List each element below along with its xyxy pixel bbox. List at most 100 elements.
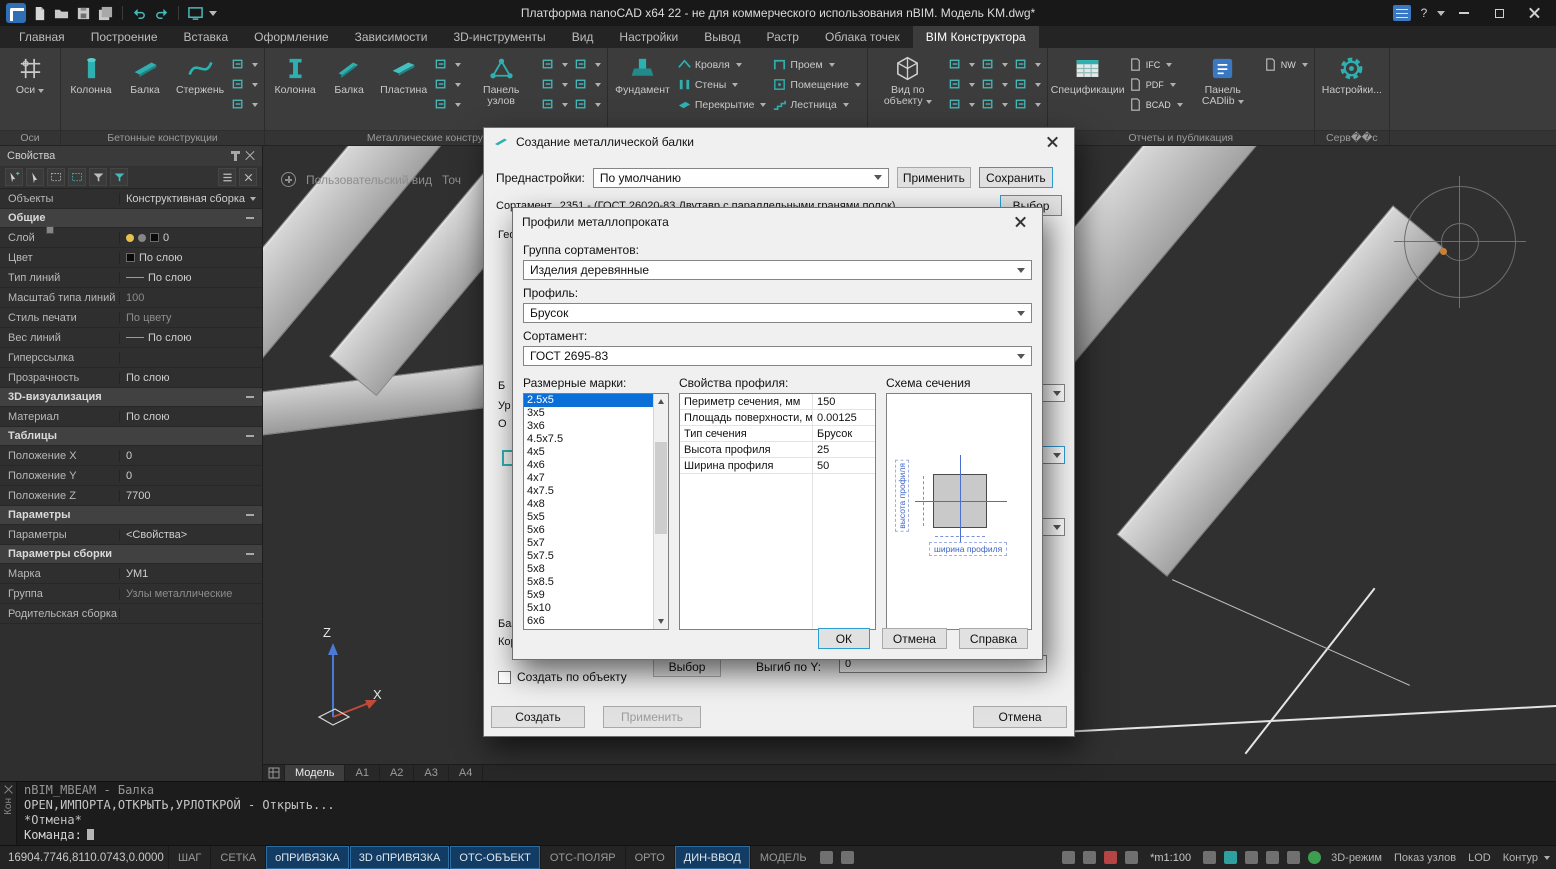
property-value[interactable]: По цвету [120, 312, 262, 324]
property-value[interactable]: 100 [120, 292, 262, 304]
small-tool-button[interactable] [229, 96, 260, 113]
small-tool-button[interactable] [946, 96, 977, 113]
size-mark-item[interactable]: 4.5x7.5 [524, 433, 653, 446]
size-mark-item[interactable]: 3x5 [524, 407, 653, 420]
command-prompt[interactable]: Команда: [24, 828, 82, 842]
ribbon-button-Проем[interactable]: Проем [770, 56, 862, 73]
marquee-cross-button[interactable] [68, 168, 86, 186]
scroll-down-icon[interactable] [654, 614, 668, 629]
small-tool-button[interactable] [979, 56, 1010, 73]
small-tool-button[interactable] [1012, 56, 1043, 73]
dialog-titlebar[interactable]: Профили металлопроката [513, 208, 1042, 235]
small-tool-button[interactable] [229, 56, 260, 73]
linetype-sample[interactable] [126, 277, 144, 278]
size-mark-item[interactable]: 6x6 [524, 615, 653, 628]
property-row-Положение Z[interactable]: Положение Z7700 [0, 486, 262, 506]
ribbon-button-PDF[interactable]: PDF [1126, 76, 1185, 93]
small-tool-button[interactable] [979, 96, 1010, 113]
property-value[interactable]: 7700 [120, 490, 262, 502]
profile-property-row[interactable]: Периметр сечения, мм150 [680, 394, 875, 410]
contour-label[interactable]: Контур [1503, 852, 1538, 864]
color-swatch[interactable] [126, 253, 135, 262]
scrollbar[interactable] [653, 394, 668, 629]
property-row-Прозрачность[interactable]: ПрозрачностьПо слою [0, 368, 262, 388]
ribbon-button-Балка[interactable]: Балка [323, 52, 375, 96]
property-row-Слой[interactable]: Слой0 [0, 228, 262, 248]
linetype-sample[interactable] [126, 337, 144, 338]
small-tool-button[interactable] [432, 56, 463, 73]
status-toggle-ОТС-ПОЛЯР[interactable]: ОТС-ПОЛЯР [540, 846, 625, 869]
size-mark-item[interactable]: 5x7 [524, 537, 653, 550]
collapse-icon[interactable] [246, 553, 254, 555]
collapse-icon[interactable] [246, 514, 254, 516]
group-sortament-select[interactable]: Изделия деревянные [523, 260, 1032, 280]
scroll-up-icon[interactable] [654, 394, 668, 409]
property-value[interactable]: УМ1 [120, 568, 262, 580]
select-button[interactable] [26, 168, 44, 186]
small-tool-button[interactable] [946, 56, 977, 73]
close-icon[interactable] [4, 785, 13, 794]
palette-icon[interactable] [1393, 5, 1411, 21]
sheet-tab-A1[interactable]: A1 [345, 765, 379, 781]
small-tool-button[interactable] [572, 56, 603, 73]
sheet-tab-A3[interactable]: A3 [414, 765, 448, 781]
property-value[interactable]: 0 [120, 450, 262, 462]
ribbon-button-Настройки...[interactable]: Настройки... [1319, 52, 1385, 96]
ribbon-button-Балка[interactable]: Балка [119, 52, 171, 96]
properties-section-3D-визуализация[interactable]: 3D-визуализация [0, 388, 262, 407]
status-toggle-ОРТО[interactable]: ОРТО [625, 846, 674, 869]
property-value[interactable]: По слою [120, 372, 262, 384]
screen-icon[interactable] [187, 5, 204, 22]
status-toggle-ОТС-ОБЪЕКТ[interactable]: ОТС-ОБЪЕКТ [449, 846, 539, 869]
presets-select[interactable]: По умолчанию [593, 168, 889, 188]
view-plus-icon[interactable] [281, 172, 296, 187]
add-selection-button[interactable] [5, 168, 23, 186]
scale-indicator[interactable]: *m1:100 [1150, 852, 1191, 864]
property-row-Положение X[interactable]: Положение X0 [0, 446, 262, 466]
ribbon-tab-Вид[interactable]: Вид [559, 26, 607, 48]
property-row-Вес линий[interactable]: Вес линийПо слою [0, 328, 262, 348]
status-toggle-ШАГ[interactable]: ШАГ [168, 846, 210, 869]
nanocad-logo[interactable] [6, 3, 26, 23]
properties-section-Таблицы[interactable]: Таблицы [0, 427, 262, 446]
profile-property-row[interactable]: Площадь поверхности, м20.00125 [680, 410, 875, 426]
model-beam[interactable] [1117, 205, 1444, 577]
status-toggle-ДИН-ВВОД[interactable]: ДИН-ВВОД [674, 846, 750, 869]
size-marks-list[interactable]: 2.5x53x53x64.5x7.54x54x64x74x7.54x85x55x… [523, 393, 669, 630]
clipboard-icon[interactable] [1125, 851, 1138, 864]
ribbon-tab-Вывод[interactable]: Вывод [691, 26, 753, 48]
ribbon-tab-3D-инструменты[interactable]: 3D-инструменты [440, 26, 558, 48]
lod-label[interactable]: LOD [1468, 852, 1491, 864]
small-tool-button[interactable] [539, 76, 570, 93]
ribbon-tab-Вставка[interactable]: Вставка [171, 26, 242, 48]
undo-icon[interactable] [131, 5, 148, 22]
size-mark-item[interactable]: 3x6 [524, 420, 653, 433]
size-mark-item[interactable]: 5x6 [524, 524, 653, 537]
property-row-Параметры[interactable]: Параметры<Свойства> [0, 525, 262, 545]
ribbon-button-Стены[interactable]: Стены [675, 76, 769, 93]
property-value[interactable]: 0 [120, 470, 262, 482]
minimize-button[interactable] [1448, 2, 1480, 24]
ribbon-tab-Построение[interactable]: Построение [78, 26, 171, 48]
ribbon-tab-Главная[interactable]: Главная [6, 26, 78, 48]
small-tool-button[interactable] [539, 56, 570, 73]
scroll-thumb[interactable] [655, 442, 667, 534]
small-tool-button[interactable] [946, 76, 977, 93]
show-nodes-label[interactable]: Показ узлов [1394, 852, 1456, 864]
ribbon-button-Лестница[interactable]: Лестница [770, 96, 862, 113]
ribbon-tab-Облака точек[interactable]: Облака точек [812, 26, 913, 48]
property-row-Объекты[interactable]: ОбъектыКонструктивная сборка [0, 189, 262, 209]
status-toggle-оПРИВЯЗКА[interactable]: оПРИВЯЗКА [265, 846, 349, 869]
collapse-icon[interactable] [246, 435, 254, 437]
small-tool-button[interactable] [979, 76, 1010, 93]
ribbon-button-IFC[interactable]: IFC [1126, 56, 1185, 73]
size-mark-item[interactable]: 5x8 [524, 563, 653, 576]
size-mark-item[interactable]: 4x5 [524, 446, 653, 459]
ribbon-button-BCAD[interactable]: BCAD [1126, 96, 1185, 113]
marquee-select-button[interactable] [47, 168, 65, 186]
ribbon-button-Фундамент[interactable]: Фундамент [612, 52, 673, 96]
small-tool-button[interactable] [229, 76, 260, 93]
list-view-button[interactable] [218, 168, 236, 186]
save-button[interactable]: Сохранить [979, 167, 1053, 188]
pen-icon[interactable] [841, 851, 854, 864]
